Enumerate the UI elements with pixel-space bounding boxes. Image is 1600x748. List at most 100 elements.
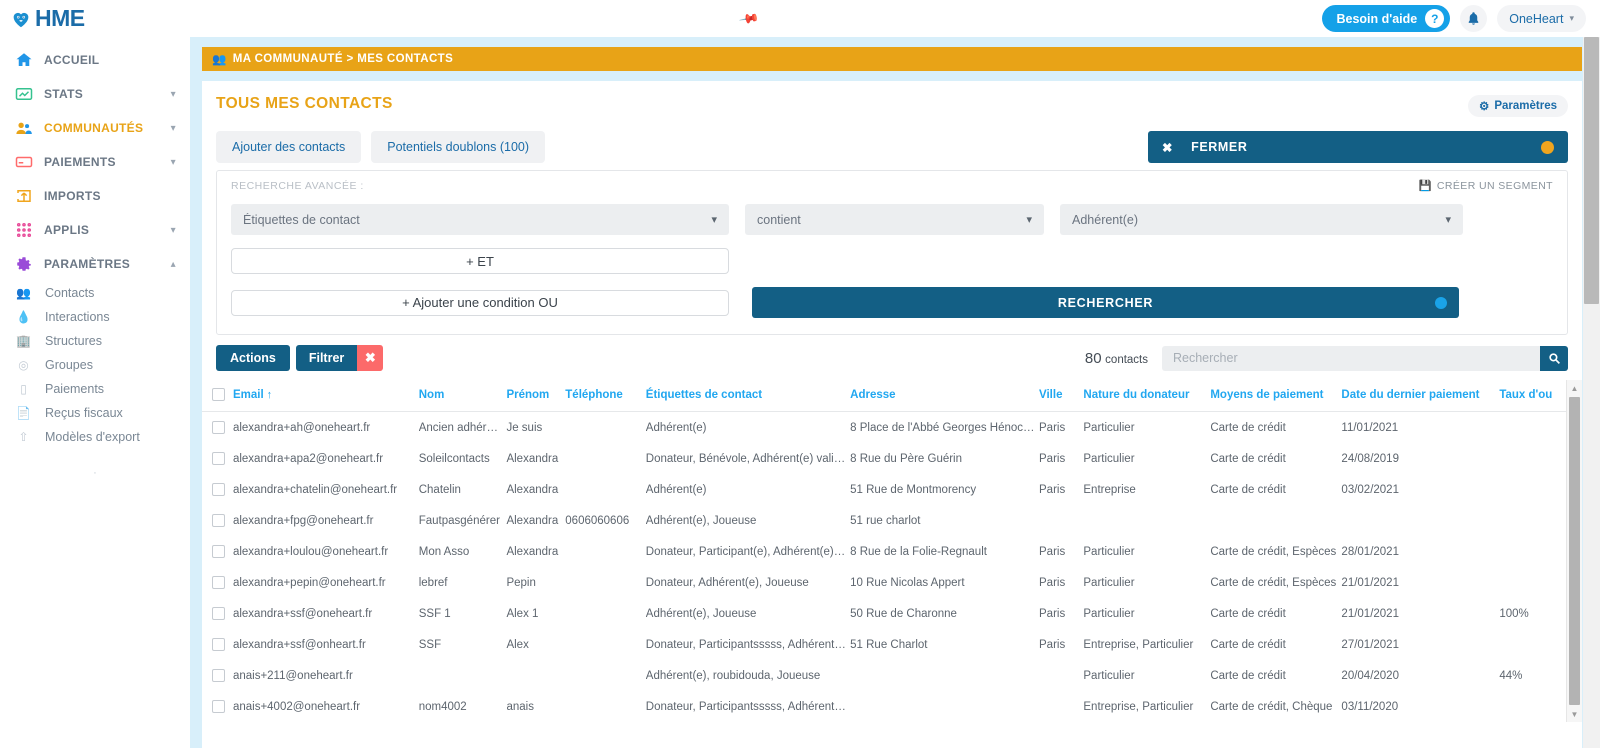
table-search-button[interactable] (1540, 345, 1568, 371)
cell-email: anais+211@oneheart.fr (232, 669, 353, 682)
contacts-panel: TOUS MES CONTACTS ⚙ Paramètres Ajouter d… (202, 81, 1582, 748)
tab-potentiels-doublons[interactable]: Potentiels doublons (100) (371, 131, 546, 163)
tab-ajouter-contacts[interactable]: Ajouter des contacts (216, 131, 362, 163)
row-checkbox[interactable] (212, 669, 225, 682)
row-checkbox[interactable] (212, 452, 225, 465)
cell-moyens: Carte de crédit (1210, 452, 1286, 465)
scrollbar-thumb[interactable] (1569, 397, 1580, 705)
rechercher-label: RECHERCHER (1057, 295, 1154, 310)
cell-ville: Paris (1039, 545, 1066, 558)
filtrer-button[interactable]: Filtrer (295, 345, 358, 371)
col-adresse[interactable]: Adresse (850, 380, 1040, 412)
clear-filter-button[interactable]: ✖ (357, 345, 384, 371)
table-vertical-scrollbar[interactable]: ▲ ▼ (1566, 380, 1582, 722)
sidebar-item-communautes[interactable]: COMMUNAUTÉS ▾ (0, 111, 190, 145)
cell-etiquettes: Donateur, Bénévole, Adhérent(e) validé, … (645, 452, 851, 465)
contacts-icon: 👥 (16, 286, 31, 300)
row-checkbox[interactable] (212, 607, 225, 620)
col-nature[interactable]: Nature du donateur (1083, 380, 1211, 412)
row-checkbox[interactable] (212, 545, 225, 558)
sidebar-label-paiements: PAIEMENTS (44, 155, 116, 169)
cell-adresse: 50 Rue de Charonne (850, 607, 957, 620)
chevron-down-icon: ▾ (170, 122, 176, 134)
sidebar-subitem-structures[interactable]: 🏢 Structures (0, 329, 190, 353)
sidebar-item-applis[interactable]: APPLIS ▾ (0, 213, 190, 247)
col-moyens[interactable]: Moyens de paiement (1210, 380, 1342, 412)
app-logo[interactable]: HME (0, 0, 190, 37)
cell-etiquettes: Adhérent(e) (645, 483, 707, 496)
contacts-count-word: contacts (1105, 353, 1148, 366)
field-select-value: Étiquettes de contact (243, 212, 360, 227)
notifications-button[interactable] (1460, 5, 1488, 32)
col-etiquettes[interactable]: Étiquettes de contact (645, 380, 851, 412)
table-row[interactable]: anais+211@oneheart.fr Adhérent(e), roubid… (202, 660, 1582, 691)
body-wrapper: ACCUEIL STATS ▾ COMMUNAUTÉS ▾ PAIEMENTS … (0, 37, 1600, 748)
pin-icon[interactable]: 📌 (738, 7, 761, 29)
table-row[interactable]: alexandra+chatelin@oneheart.fr Chatelin Al… (202, 474, 1582, 505)
table-row[interactable]: alexandra+fpg@oneheart.fr Fautpasgénérer A… (202, 505, 1582, 536)
actions-button[interactable]: Actions (216, 345, 290, 371)
field-select[interactable]: Étiquettes de contact ▾ (231, 204, 729, 235)
sidebar-item-imports[interactable]: IMPORTS (0, 179, 190, 213)
cell-prenom: Alex (506, 638, 529, 651)
table-row[interactable]: alexandra+apa2@oneheart.fr Soleilcontacts… (202, 443, 1582, 474)
table-row[interactable]: anais+4002@oneheart.fr nom4002 anais Donate… (202, 691, 1582, 722)
add-and-condition-button[interactable]: + ET (231, 248, 729, 274)
creer-segment-button[interactable]: 💾 CRÉER UN SEGMENT (1418, 179, 1553, 193)
sidebar-label-applis: APPLIS (44, 223, 90, 237)
sidebar-subitem-modeles-export[interactable]: ⇧ Modèles d'export (0, 425, 190, 449)
col-email[interactable]: Email ↑ (232, 380, 419, 412)
row-checkbox[interactable] (212, 514, 225, 527)
table-row[interactable]: alexandra+ssf@oneheart.fr SSF 1 Alex 1 Adhé… (202, 598, 1582, 629)
scroll-down-arrow-icon[interactable]: ▼ (1567, 706, 1582, 722)
cell-date: 27/01/2021 (1341, 638, 1399, 651)
col-prenom[interactable]: Prénom (506, 380, 566, 412)
import-icon (14, 187, 33, 206)
sidebar-subitem-paiements[interactable]: ▯ Paiements (0, 377, 190, 401)
rechercher-button[interactable]: RECHERCHER (752, 287, 1459, 318)
sidebar-item-parametres[interactable]: PARAMÈTRES ▴ (0, 247, 190, 281)
col-date[interactable]: Date du dernier paiement (1341, 380, 1500, 412)
sidebar-subitem-contacts[interactable]: 👥 Contacts (0, 281, 190, 305)
parametres-button[interactable]: ⚙ Paramètres (1468, 95, 1568, 117)
sidebar-subitem-interactions[interactable]: 💧 Interactions (0, 305, 190, 329)
sidebar-item-stats[interactable]: STATS ▾ (0, 77, 190, 111)
operator-select[interactable]: contient ▾ (745, 204, 1044, 235)
cell-ville (1039, 505, 1083, 536)
grid-icon (14, 221, 33, 240)
fermer-button[interactable]: ✖ FERMER (1148, 131, 1568, 163)
row-checkbox[interactable] (212, 638, 225, 651)
sidebar-item-accueil[interactable]: ACCUEIL (0, 43, 190, 77)
chevron-down-icon: ▾ (170, 88, 176, 100)
col-telephone[interactable]: Téléphone (565, 380, 646, 412)
row-checkbox[interactable] (212, 483, 225, 496)
cell-date: 28/01/2021 (1341, 545, 1399, 558)
page-scrollbar-thumb[interactable] (1584, 37, 1599, 304)
row-checkbox[interactable] (212, 700, 225, 713)
page-vertical-scrollbar[interactable] (1583, 37, 1600, 748)
cell-nom: lebref (418, 576, 448, 589)
user-menu-button[interactable]: OneHeart ▾ (1497, 5, 1586, 32)
sidebar-subitem-groupes[interactable]: ◎ Groupes (0, 353, 190, 377)
table-row[interactable]: alexandra+loulou@oneheart.fr Mon Asso Alex… (202, 536, 1582, 567)
col-ville[interactable]: Ville (1039, 380, 1084, 412)
add-or-condition-button[interactable]: + Ajouter une condition OU (231, 289, 729, 316)
table-row[interactable]: alexandra+ssf@onheart.fr SSF Alex Donateur,… (202, 629, 1582, 660)
criteria-select[interactable]: Adhérent(e) ▾ (1060, 204, 1463, 235)
row-checkbox[interactable] (212, 421, 225, 434)
table-row[interactable]: alexandra+pepin@oneheart.fr lebref Pepin Do… (202, 567, 1582, 598)
sidebar-collapse-dot[interactable]: · (0, 467, 190, 479)
select-all-checkbox[interactable] (212, 388, 225, 401)
breadcrumb-text: MA COMMUNAUTÉ > MES CONTACTS (232, 53, 454, 65)
cell-date: 21/01/2021 (1341, 576, 1399, 589)
help-button[interactable]: Besoin d'aide ? (1322, 5, 1451, 32)
sidebar-item-paiements[interactable]: PAIEMENTS ▾ (0, 145, 190, 179)
cell-email: alexandra+ssf@oneheart.fr (232, 607, 373, 620)
table-search-input[interactable] (1162, 345, 1540, 371)
col-nom[interactable]: Nom (418, 380, 507, 412)
scroll-up-arrow-icon[interactable]: ▲ (1567, 380, 1582, 396)
row-checkbox[interactable] (212, 576, 225, 589)
table-row[interactable]: alexandra+ah@oneheart.fr Ancien adhérent J… (202, 412, 1582, 444)
sidebar-subitem-recus-fiscaux[interactable]: 📄 Reçus fiscaux (0, 401, 190, 425)
bell-icon (1468, 12, 1479, 25)
